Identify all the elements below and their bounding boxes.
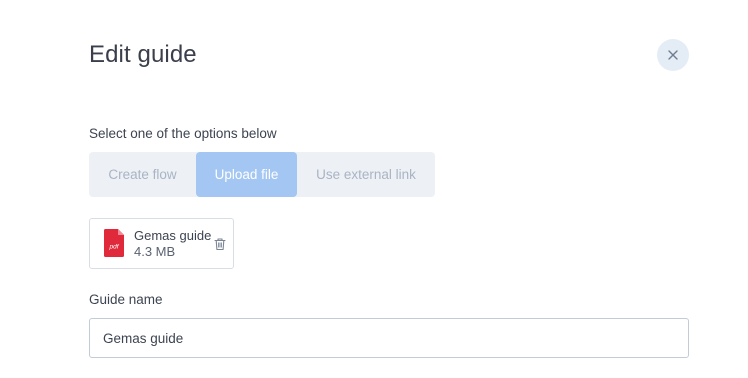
pdf-icon-text: pdf <box>108 244 119 251</box>
uploaded-file-card: pdf Gemas guide 4.3 MB <box>89 218 234 269</box>
edit-guide-dialog: Edit guide Select one of the options bel… <box>0 0 748 378</box>
guide-name-input[interactable] <box>89 318 689 358</box>
tab-use-external-link[interactable]: Use external link <box>297 152 435 197</box>
trash-icon[interactable] <box>213 237 227 251</box>
file-size: 4.3 MB <box>134 244 176 259</box>
tab-upload-file[interactable]: Upload file <box>196 152 297 197</box>
pdf-file-icon: pdf <box>104 229 124 257</box>
file-name: Gemas guide <box>134 228 212 243</box>
dialog-title: Edit guide <box>89 41 197 68</box>
options-label: Select one of the options below <box>89 126 277 141</box>
close-icon <box>668 50 678 60</box>
tab-create-flow[interactable]: Create flow <box>89 152 196 197</box>
source-type-tabs: Create flow Upload file Use external lin… <box>89 152 435 197</box>
close-button[interactable] <box>657 39 689 71</box>
guide-name-label: Guide name <box>89 292 163 307</box>
